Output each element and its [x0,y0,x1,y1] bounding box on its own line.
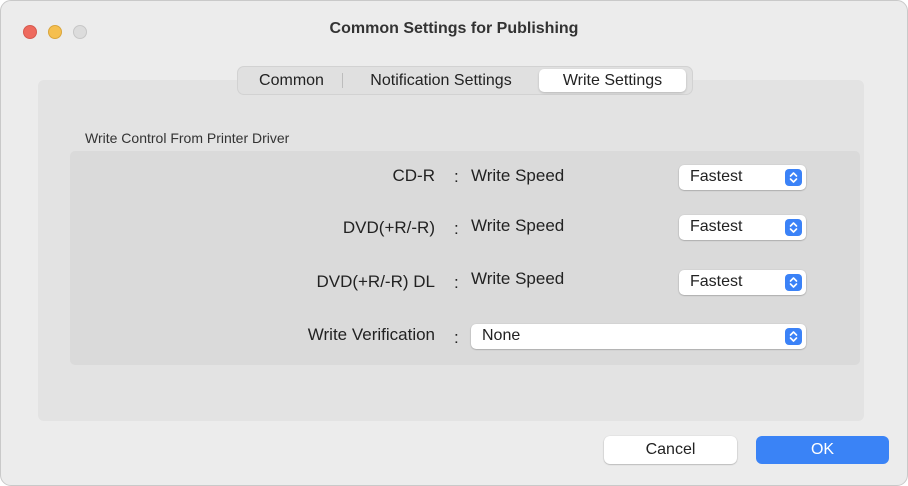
dvd-dl-write-speed-select[interactable]: Fastest [679,270,806,295]
row-colon: : [454,328,459,347]
select-value: Fastest [690,168,743,185]
write-speed-label: Write Speed [471,166,565,185]
dvd-write-speed-select[interactable]: Fastest [679,215,806,240]
select-value: None [482,327,521,344]
dialog-window: Common Settings for Publishing Common No… [0,0,908,486]
write-verification-select[interactable]: None [471,324,806,349]
tab-bar: Common Notification Settings Write Setti… [237,66,693,95]
up-down-chevron-icon [785,169,802,186]
up-down-chevron-icon [785,274,802,291]
row-label-dvd-dl: DVD(+R/-R) DL [316,272,435,291]
cdr-write-speed-select[interactable]: Fastest [679,165,806,190]
tab-common[interactable]: Common [240,69,343,92]
row-label-cdr: CD-R [392,166,436,185]
select-value: Fastest [690,273,743,290]
write-speed-label: Write Speed [471,269,565,288]
row-colon: : [454,219,459,238]
write-verification-label: Write Verification [307,325,435,344]
ok-button[interactable]: OK [756,436,889,464]
select-value: Fastest [690,218,743,235]
row-colon: : [454,167,459,186]
up-down-chevron-icon [785,219,802,236]
row-label-dvd: DVD(+R/-R) [342,218,435,237]
tab-notification-settings[interactable]: Notification Settings [343,69,539,92]
write-speed-label: Write Speed [471,216,565,235]
section-label: Write Control From Printer Driver [85,130,290,146]
window-title: Common Settings for Publishing [329,20,579,37]
row-colon: : [454,273,459,292]
title-bar: Common Settings for Publishing [1,1,907,59]
tab-write-settings[interactable]: Write Settings [539,69,686,92]
up-down-chevron-icon [785,328,802,345]
cancel-button[interactable]: Cancel [604,436,737,464]
